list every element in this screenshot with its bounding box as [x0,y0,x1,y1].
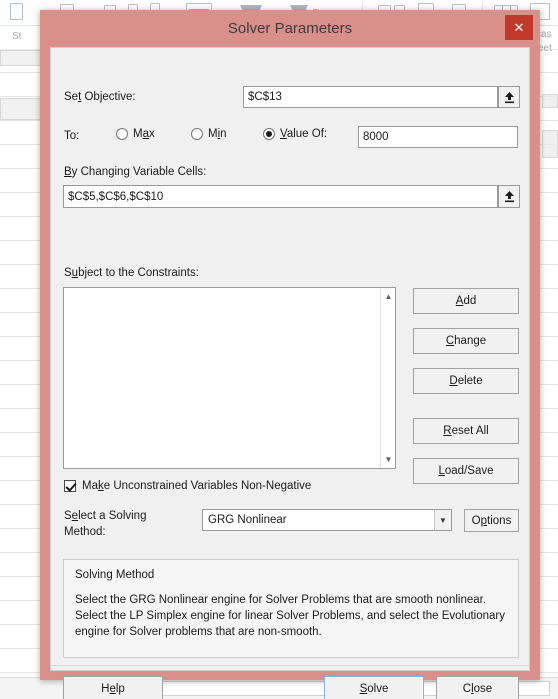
range-picker-icon-2[interactable] [498,185,520,208]
chevron-down-icon[interactable]: ▼ [381,452,396,467]
radio-min-label: Min [208,128,227,140]
variable-cells-label: By Changing Variable Cells: [64,166,207,178]
value-of-input[interactable]: 8000 [358,126,518,148]
load-save-button[interactable]: Load/Save [413,458,519,484]
unconstrained-nonnegative-label: Make Unconstrained Variables Non-Negativ… [82,480,312,492]
variable-cells-value: $C$5,$C$6,$C$10 [68,190,164,203]
radio-max-label: Max [133,128,155,140]
set-objective-label: Set Objective: [64,91,136,103]
options-button-label: Options [471,514,512,527]
value-of-value: 8000 [363,131,389,143]
dialog-titlebar: Solver Parameters ✕ [40,10,540,47]
close-button-label: Close [462,683,493,695]
solving-method-label: Select a Solving [64,510,147,522]
constraints-listbox[interactable]: ▲ ▼ [63,287,396,469]
unconstrained-nonnegative-checkbox[interactable]: Make Unconstrained Variables Non-Negativ… [64,480,311,492]
radio-value-of[interactable]: Value Of: [263,128,327,140]
solve-button-label: Solve [359,683,389,695]
add-button[interactable]: Add [413,288,519,314]
close-button[interactable]: Close [436,676,519,699]
radio-max[interactable]: Max [116,128,155,140]
delete-button[interactable]: Delete [413,368,519,394]
close-icon[interactable]: ✕ [505,15,533,40]
radio-value-of-indicator [263,128,275,140]
load-save-button-label: Load/Save [438,465,494,477]
left-text-fragment: St [12,31,22,42]
dialog-body: Set Objective: $C$13 To: Max Min Value O… [50,47,530,699]
radio-min-indicator [191,128,203,140]
solving-method-panel-description: Select the GRG Nonlinear engine for Solv… [75,594,505,638]
radio-value-of-label: Value Of: [280,128,328,140]
help-button-label: Help [101,683,125,695]
help-button[interactable]: Help [63,676,163,699]
chevron-up-icon[interactable]: ▲ [381,289,396,304]
constraints-label: Subject to the Constraints: [64,267,199,279]
dialog-title: Solver Parameters [227,20,353,37]
add-button-label: Add [455,295,477,307]
set-objective-value: $C$13 [248,91,282,103]
solver-parameters-dialog: Solver Parameters ✕ Set Objective: $C$13… [40,10,540,699]
reset-all-button[interactable]: Reset All [413,418,519,444]
ribbon-icon-sort[interactable] [10,3,23,20]
to-label: To: [64,130,80,142]
solving-method-label-line2: Method: [64,526,106,538]
options-button[interactable]: Options [464,509,519,532]
reset-all-button-label: Reset All [443,425,489,437]
solving-method-value: GRG Nonlinear [208,514,287,526]
solve-button[interactable]: Solve [324,676,424,699]
footer-divider [51,665,529,666]
solving-method-select[interactable]: GRG Nonlinear ▼ [202,509,452,531]
radio-max-indicator [116,128,128,140]
constraints-scrollbar[interactable]: ▲ ▼ [380,288,395,468]
checkbox-indicator [64,480,76,492]
delete-button-label: Delete [449,375,483,387]
change-button-label: Change [445,335,487,347]
chevron-down-icon[interactable]: ▼ [434,510,451,530]
radio-min[interactable]: Min [191,128,227,140]
set-objective-input[interactable]: $C$13 [243,86,498,108]
range-picker-icon[interactable] [498,86,520,108]
solving-method-panel: Solving Method Select the GRG Nonlinear … [63,559,519,658]
variable-cells-input[interactable]: $C$5,$C$6,$C$10 [63,185,498,208]
solving-method-panel-title: Solving Method [75,569,155,581]
change-button[interactable]: Change [413,328,519,354]
